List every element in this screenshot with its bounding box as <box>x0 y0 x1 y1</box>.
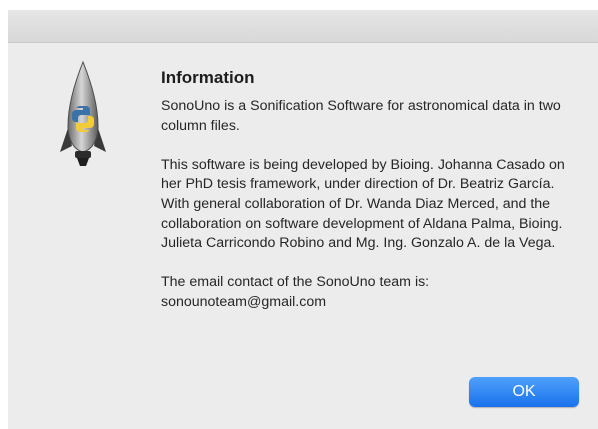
message-paragraph-description: SonoUno is a Sonification Software for a… <box>161 98 561 134</box>
message-paragraph-contact: The email contact of the SonoUno team is… <box>161 273 581 312</box>
contact-email: sonounoteam@gmail.com <box>161 293 327 310</box>
dialog-titlebar[interactable] <box>8 10 598 43</box>
contact-label: The email contact of the SonoUno team is… <box>161 274 430 291</box>
message-paragraph-credits: This software is being developed by Bioi… <box>161 156 565 252</box>
ok-button[interactable]: OK <box>469 377 579 407</box>
python-rocket-icon <box>58 60 108 170</box>
information-dialog: Information SonoUno is a Sonification So… <box>8 10 598 429</box>
dialog-title: Information <box>161 68 255 87</box>
dialog-message: SonoUno is a Sonification Software for a… <box>161 97 581 313</box>
